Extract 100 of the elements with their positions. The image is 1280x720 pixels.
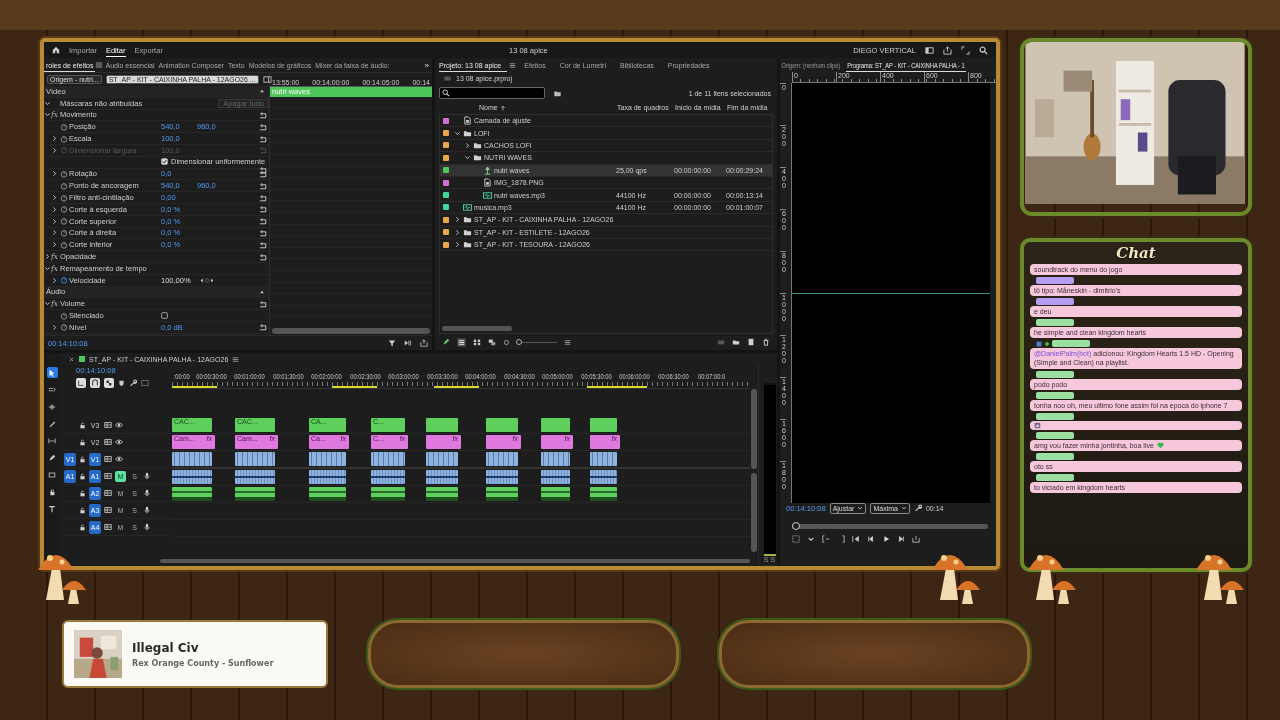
chevron-icon[interactable] bbox=[51, 170, 58, 178]
chevron-icon[interactable] bbox=[44, 264, 51, 272]
pen-icon[interactable] bbox=[48, 453, 56, 462]
reset-icon[interactable] bbox=[259, 122, 267, 131]
video-clip[interactable] bbox=[541, 452, 570, 466]
chevron-icon[interactable] bbox=[44, 99, 51, 107]
film-icon[interactable] bbox=[104, 472, 112, 480]
checkbox[interactable] bbox=[161, 157, 168, 165]
close-icon[interactable] bbox=[68, 355, 75, 363]
search-icon[interactable] bbox=[979, 45, 988, 55]
audio-clip[interactable] bbox=[172, 487, 212, 501]
stopwatch-icon[interactable] bbox=[60, 134, 68, 143]
audio-clip[interactable] bbox=[590, 487, 617, 501]
reset-icon[interactable] bbox=[259, 228, 267, 237]
reset-icon[interactable] bbox=[259, 193, 267, 202]
chevron-icon[interactable] bbox=[44, 111, 51, 119]
video-clip[interactable] bbox=[426, 418, 458, 432]
stopwatch-icon[interactable] bbox=[60, 323, 68, 332]
chevron-icon[interactable] bbox=[454, 216, 461, 224]
chevron-icon[interactable] bbox=[51, 241, 58, 249]
stopwatch-icon[interactable] bbox=[60, 169, 68, 178]
lock-icon[interactable] bbox=[79, 506, 86, 514]
reset-icon[interactable] bbox=[259, 240, 267, 249]
step-back-icon[interactable] bbox=[867, 535, 875, 543]
reset-icon[interactable] bbox=[259, 205, 267, 214]
search-field[interactable] bbox=[439, 87, 545, 99]
menu-icon[interactable] bbox=[232, 355, 240, 363]
slider-thumb[interactable] bbox=[516, 338, 522, 345]
film-icon[interactable] bbox=[104, 455, 112, 463]
reset-icon[interactable] bbox=[259, 299, 267, 308]
marker-icon[interactable] bbox=[118, 379, 125, 387]
chevron-icon[interactable] bbox=[51, 217, 58, 225]
wrench-icon[interactable] bbox=[129, 379, 137, 387]
panel-icon[interactable] bbox=[262, 75, 272, 84]
type-icon[interactable] bbox=[48, 504, 56, 513]
lock-icon[interactable] bbox=[79, 421, 86, 429]
chevron-icon[interactable] bbox=[454, 228, 461, 236]
eye-icon[interactable] bbox=[115, 438, 123, 446]
stopwatch-icon[interactable] bbox=[60, 193, 68, 202]
film-icon[interactable] bbox=[104, 438, 112, 446]
menu-icon[interactable] bbox=[95, 61, 104, 69]
video-clip[interactable] bbox=[590, 452, 617, 466]
panel-layout-icon[interactable] bbox=[925, 45, 934, 55]
stopwatch-icon[interactable] bbox=[60, 311, 68, 320]
selection-tool-button[interactable] bbox=[46, 367, 58, 378]
list-view-icon[interactable] bbox=[457, 337, 466, 347]
freeform-view-icon[interactable] bbox=[488, 338, 496, 346]
microphone-icon[interactable] bbox=[143, 489, 151, 497]
audio-clip[interactable] bbox=[541, 470, 570, 484]
export-icon[interactable] bbox=[420, 339, 428, 347]
chevron-icon[interactable] bbox=[454, 129, 461, 137]
audio-clip[interactable] bbox=[590, 470, 617, 484]
new-item-icon[interactable] bbox=[747, 338, 755, 346]
reset-icon[interactable] bbox=[259, 323, 267, 332]
hand-icon[interactable] bbox=[48, 487, 56, 496]
sort-icon[interactable] bbox=[564, 338, 571, 346]
write-icon[interactable] bbox=[442, 338, 450, 346]
play-icon[interactable] bbox=[882, 535, 890, 543]
chevron-icon[interactable] bbox=[454, 241, 461, 249]
audio-clip[interactable] bbox=[309, 487, 346, 501]
icon-view-icon[interactable] bbox=[473, 338, 481, 346]
chevron-icon[interactable] bbox=[44, 253, 51, 261]
microphone-icon[interactable] bbox=[143, 506, 151, 514]
audio-clip[interactable] bbox=[486, 487, 518, 501]
razor-icon[interactable] bbox=[48, 419, 56, 428]
slip-icon[interactable] bbox=[48, 436, 56, 445]
chevron-icon[interactable] bbox=[51, 205, 58, 213]
audio-clip[interactable] bbox=[371, 470, 405, 484]
lock-icon[interactable] bbox=[79, 472, 86, 480]
menu-icon[interactable] bbox=[509, 61, 517, 69]
video-clip[interactable] bbox=[486, 452, 518, 466]
chevron-icon[interactable] bbox=[464, 154, 471, 162]
reset-icon[interactable] bbox=[259, 111, 267, 119]
eye-icon[interactable] bbox=[115, 421, 123, 429]
audio-clip[interactable] bbox=[486, 470, 518, 484]
wrench-icon[interactable] bbox=[913, 504, 922, 512]
lock-icon[interactable] bbox=[79, 438, 86, 446]
export-frame-icon[interactable] bbox=[912, 535, 920, 543]
reset-icon[interactable] bbox=[259, 217, 267, 226]
video-clip[interactable] bbox=[426, 452, 458, 466]
video-clip[interactable] bbox=[235, 452, 275, 466]
ripple-edit-icon[interactable] bbox=[48, 402, 56, 411]
reset-icon[interactable] bbox=[259, 165, 267, 174]
lock-icon[interactable] bbox=[79, 455, 86, 463]
chevron-icon[interactable] bbox=[51, 135, 58, 143]
share-icon[interactable] bbox=[943, 45, 952, 55]
playhead-handle[interactable] bbox=[792, 522, 800, 530]
trash-icon[interactable] bbox=[762, 338, 770, 346]
film-icon[interactable] bbox=[104, 421, 112, 429]
linked-selection-toggle[interactable] bbox=[104, 378, 114, 388]
fullscreen-icon[interactable] bbox=[961, 45, 970, 55]
video-clip[interactable] bbox=[172, 452, 212, 466]
home-icon[interactable] bbox=[52, 46, 60, 54]
zoom-icon[interactable] bbox=[503, 338, 510, 346]
mark-in-icon[interactable] bbox=[822, 535, 830, 543]
film-icon[interactable] bbox=[104, 523, 112, 531]
audio-clip[interactable] bbox=[235, 487, 275, 501]
film-icon[interactable] bbox=[104, 506, 112, 514]
audio-clip[interactable] bbox=[172, 470, 212, 484]
stopwatch-icon[interactable] bbox=[60, 228, 68, 237]
